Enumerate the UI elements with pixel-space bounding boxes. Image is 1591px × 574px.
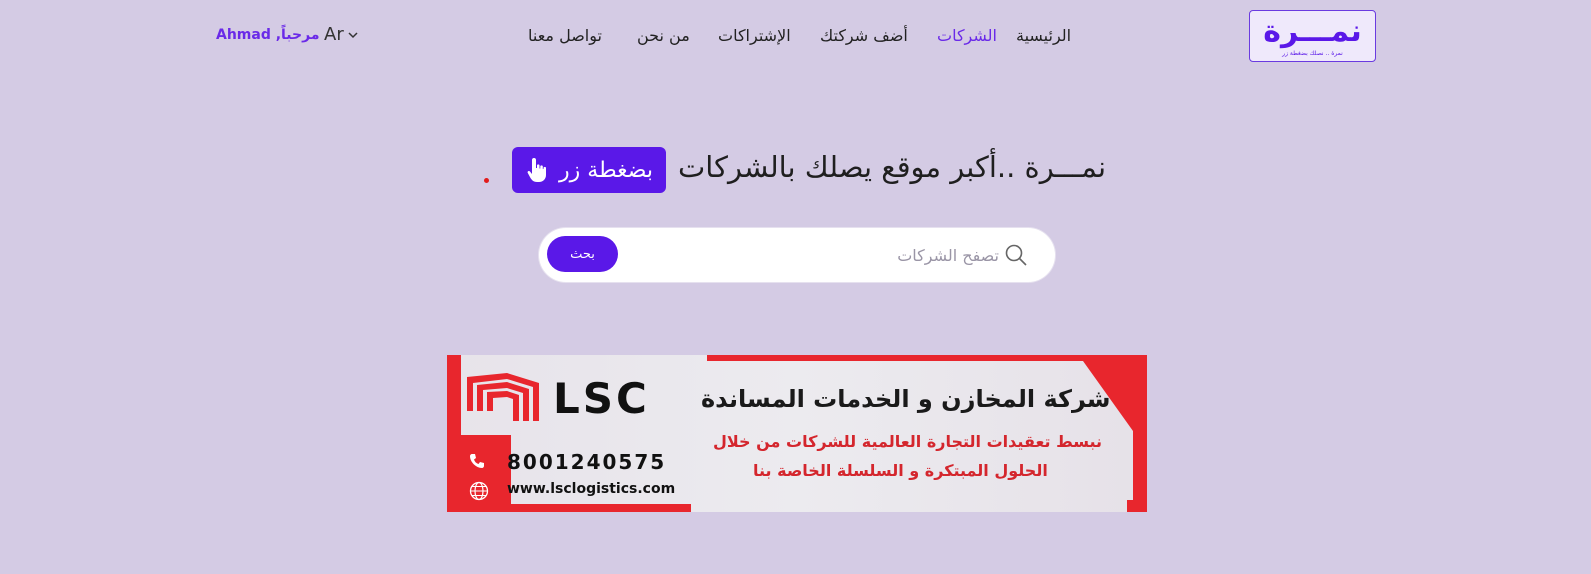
banner-line-2: الحلول المبتكرة و السلسلة الخاصة بنا	[753, 461, 1048, 480]
search-bar: بحث	[539, 228, 1055, 282]
language-switcher[interactable]: Ar	[324, 24, 358, 45]
search-button[interactable]: بحث	[547, 236, 618, 272]
globe-icon	[469, 481, 489, 501]
nav-item-subscriptions[interactable]: الإشتراكات	[718, 26, 791, 45]
language-label: Ar	[324, 24, 344, 45]
banner-red-edge	[1133, 355, 1147, 512]
logo-text: نمـــرة	[1263, 13, 1362, 49]
search-input[interactable]	[629, 238, 999, 272]
decorative-dot	[484, 178, 489, 183]
nav-item-about[interactable]: من نحن	[637, 26, 690, 45]
nav-item-add-company[interactable]: أضف شركتك	[820, 26, 908, 45]
banner-red-stripe	[707, 355, 1147, 361]
site-logo[interactable]: نمـــرة نمرة .. نصلك بضغطة زر	[1249, 10, 1376, 62]
banner-title: شركة المخازن و الخدمات المساندة	[701, 385, 1111, 413]
banner-website: www.lsclogistics.com	[507, 481, 676, 497]
hero-cta-button[interactable]: بضغطة زر	[512, 147, 666, 193]
nav-item-companies[interactable]: الشركات	[937, 26, 997, 45]
chevron-down-icon	[348, 31, 358, 38]
hero-headline: نمـــرة ..أكبر موقع يصلك بالشركات	[678, 150, 1107, 184]
banner-red-stripe	[1127, 500, 1147, 512]
banner-red-edge	[447, 355, 461, 512]
hand-pointer-icon	[527, 158, 547, 182]
lsc-logo-mark-icon	[467, 373, 539, 421]
hero-cta-label: بضغطة زر	[559, 157, 653, 183]
phone-icon	[470, 454, 484, 468]
banner-brand: LSC	[553, 374, 650, 423]
nav-item-home[interactable]: الرئيسية	[1016, 26, 1071, 45]
search-icon	[1005, 244, 1027, 266]
banner-phone: 8001240575	[507, 450, 667, 474]
logo-tagline: نمرة .. نصلك بضغطة زر	[1282, 49, 1343, 57]
ad-banner[interactable]: LSC شركة المخازن و الخدمات المساندة نبسط…	[447, 355, 1147, 512]
nav-item-contact[interactable]: تواصل معنا	[528, 26, 602, 45]
banner-red-stripe	[461, 504, 691, 512]
logo-wordmark: نمـــرة	[1263, 13, 1362, 49]
banner-line-1: نبسط تعقيدات التجارة العالمية للشركات من…	[713, 432, 1103, 451]
user-greeting[interactable]: مرحباً, Ahmad	[216, 27, 320, 43]
